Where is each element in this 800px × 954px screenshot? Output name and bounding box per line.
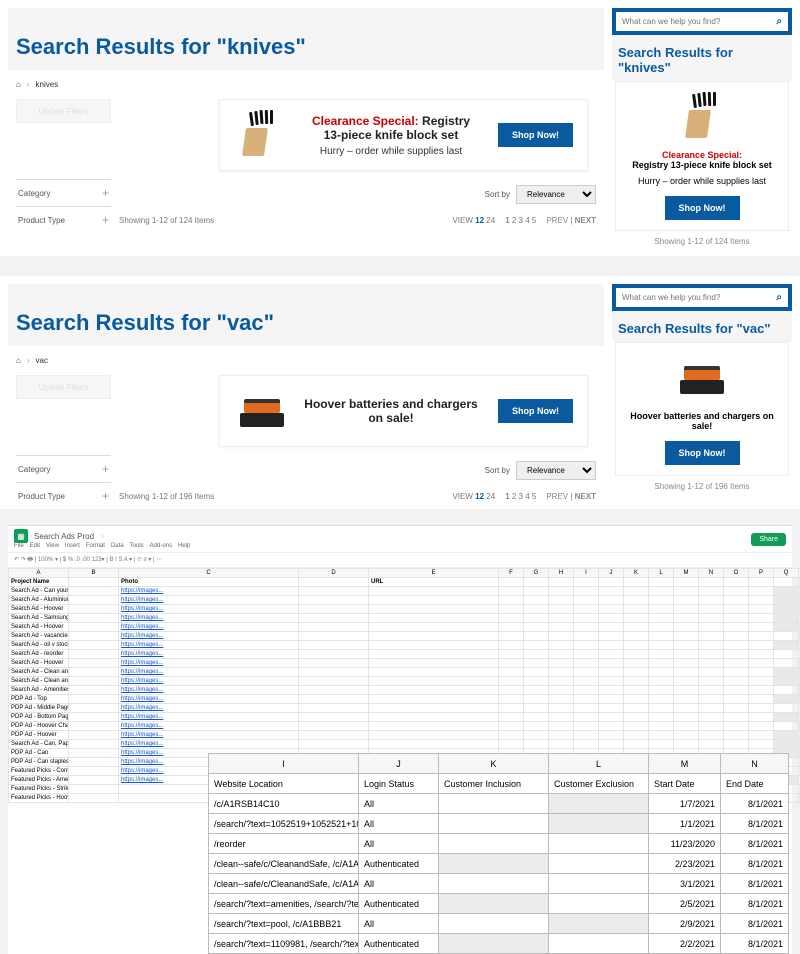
share-button[interactable]: Share — [751, 533, 786, 546]
table-row[interactable]: Search Ad - oil v stockhttps://images... — [9, 641, 800, 650]
promo-image-knives — [672, 92, 732, 142]
breadcrumb: ⌂ › knives — [8, 70, 604, 99]
table-row[interactable]: Search Ad - Can, Paper, Plastic bagshttp… — [9, 740, 800, 749]
next-link[interactable]: NEXT — [575, 216, 596, 225]
filter-product-type[interactable]: Product Type+ — [16, 206, 111, 233]
table-row[interactable]: /search/?text=1052519+1052521+10All 1/1/… — [209, 814, 789, 834]
table-row[interactable]: PDP Ad - Hooverhttps://images... — [9, 731, 800, 740]
table-row[interactable]: PDP Ad - Bottom Pagehttps://images... — [9, 713, 800, 722]
update-filters-button[interactable]: Update Filters — [16, 375, 111, 399]
pagination[interactable]: 1 2 3 4 5 — [505, 492, 536, 501]
plus-icon: + — [102, 489, 109, 503]
table-row[interactable]: Search Ad - Samsung Shop Localhttps://im… — [9, 614, 800, 623]
col-end-date[interactable]: End Date — [721, 774, 789, 794]
plus-icon: + — [102, 462, 109, 476]
desktop-search-panel-1: Search Results for "knives" ⌂ › knives U… — [8, 8, 604, 256]
table-row[interactable]: Search Ad - Hooverhttps://images... — [9, 659, 800, 668]
prev-link[interactable]: PREV — [546, 216, 568, 225]
search-icon[interactable]: ⌕ — [776, 292, 782, 303]
mobile-search-bar[interactable]: ⌕ — [612, 284, 792, 311]
table-row[interactable]: /reorderAll11/23/20208/1/2021 — [209, 834, 789, 854]
table-row[interactable]: Search Ad - Clean and Safe Pagehttps://i… — [9, 668, 800, 677]
sort-select[interactable]: Relevance — [516, 461, 596, 480]
col-customer-inclusion[interactable]: Customer Inclusion — [439, 774, 549, 794]
table-row[interactable]: /clean--safe/c/CleanandSafe, /c/A1AAuthe… — [209, 854, 789, 874]
shop-now-button[interactable]: Shop Now! — [665, 441, 740, 465]
table-row[interactable]: PDP Ad - Tophttps://images... — [9, 695, 800, 704]
desktop-search-panel-2: Search Results for "vac" ⌂ › vac Update … — [8, 284, 604, 509]
promo-banner: Hoover batteries and chargers on sale! S… — [219, 375, 588, 447]
shop-now-button[interactable]: Shop Now! — [665, 196, 740, 220]
sheet-title[interactable]: Search Ads Prod — [34, 532, 94, 541]
sheet-toolbar-icons[interactable]: ↶ ↷ 🖶 | 100% ▾ | $ % .0 .00 123▾ | B I S… — [8, 553, 792, 568]
view-24[interactable]: 24 — [486, 216, 495, 225]
sheet-menu[interactable]: FileEditViewInsertFormatDataToolsAdd-ons… — [14, 543, 190, 549]
table-row[interactable]: Search Ad - Aluminiumhttps://images... — [9, 596, 800, 605]
search-input[interactable] — [622, 293, 776, 302]
table-row[interactable]: Search Ad - Hooverhttps://images... — [9, 605, 800, 614]
table-row[interactable]: /search/?text=1109981, /search/?texAuthe… — [209, 934, 789, 954]
home-icon[interactable]: ⌂ — [16, 356, 21, 365]
page-title: Search Results for "knives" — [8, 34, 604, 60]
table-row[interactable]: /clean--safe/c/CleanandSafe, /c/A1AAll3/… — [209, 874, 789, 894]
star-icon[interactable]: ☆ — [100, 533, 105, 540]
col-start-date[interactable]: Start Date — [649, 774, 721, 794]
big-table[interactable]: IJKLMN Website Location Login Status Cus… — [208, 753, 789, 954]
home-icon[interactable]: ⌂ — [16, 80, 21, 89]
promo-image-knives — [234, 110, 284, 160]
promo-image-battery — [672, 353, 732, 403]
spreadsheet: ▦ Search Ads Prod ☆ FileEditViewInsertFo… — [8, 525, 792, 954]
col-customer-exclusion[interactable]: Customer Exclusion — [549, 774, 649, 794]
mobile-search-panel-2: ⌕ Search Results for "vac" Hoover batter… — [612, 284, 792, 509]
sort-by-label: Sort by — [485, 466, 510, 475]
next-link[interactable]: NEXT — [575, 492, 596, 501]
sort-by-label: Sort by — [485, 190, 510, 199]
filter-category[interactable]: Category+ — [16, 455, 111, 482]
plus-icon: + — [102, 213, 109, 227]
pagination[interactable]: 1 2 3 4 5 — [505, 216, 536, 225]
breadcrumb-term: vac — [36, 356, 48, 365]
breadcrumb: ⌂ › vac — [8, 346, 604, 375]
mobile-search-bar[interactable]: ⌕ — [612, 8, 792, 35]
mobile-search-panel-1: ⌕ Search Results for "knives" Clearance … — [612, 8, 792, 256]
breadcrumb-term: knives — [36, 80, 59, 89]
result-count: Showing 1-12 of 124 Items — [119, 216, 214, 225]
shop-now-button[interactable]: Shop Now! — [498, 123, 573, 147]
promo-image-battery — [234, 386, 284, 436]
table-row[interactable]: Search Ad - Can your Knifehttps://images… — [9, 587, 800, 596]
page-title-mobile: Search Results for "vac" — [618, 321, 786, 336]
table-row[interactable]: PDP Ad - Middle Pagehttps://images... — [9, 704, 800, 713]
table-row[interactable]: /c/A1RSB14C10All 1/7/20218/1/2021 — [209, 794, 789, 814]
sort-select[interactable]: Relevance — [516, 185, 596, 204]
table-row[interactable]: Search Ad - vacancieshttps://images... — [9, 632, 800, 641]
table-row[interactable]: Search Ad - Clean and Safe Pagehttps://i… — [9, 677, 800, 686]
update-filters-button[interactable]: Update Filters — [16, 99, 111, 123]
col-login-status[interactable]: Login Status — [359, 774, 439, 794]
table-row[interactable]: Search Ad - Amenitieshttps://images... — [9, 686, 800, 695]
search-input[interactable] — [622, 17, 776, 26]
promo-banner: Clearance Special: Registry 13-piece kni… — [219, 99, 588, 171]
table-row[interactable]: /search/?text=amenities, /search/?teAuth… — [209, 894, 789, 914]
plus-icon: + — [102, 186, 109, 200]
filter-category[interactable]: Category+ — [16, 179, 111, 206]
sheets-icon: ▦ — [14, 529, 28, 543]
table-row[interactable]: Search Ad - reorderhttps://images... — [9, 650, 800, 659]
result-count: Showing 1-12 of 196 Items — [119, 492, 214, 501]
table-row[interactable]: PDP Ad - Hoover Chargershttps://images..… — [9, 722, 800, 731]
result-count-mobile: Showing 1-12 of 124 Items — [612, 231, 792, 256]
page-title-mobile: Search Results for "knives" — [618, 45, 786, 75]
col-website-location[interactable]: Website Location — [209, 774, 359, 794]
page-title: Search Results for "vac" — [8, 310, 604, 336]
result-count-mobile: Showing 1-12 of 196 Items — [612, 476, 792, 501]
view-12[interactable]: 12 — [475, 492, 484, 501]
filter-product-type[interactable]: Product Type+ — [16, 482, 111, 509]
prev-link[interactable]: PREV — [546, 492, 568, 501]
view-12[interactable]: 12 — [475, 216, 484, 225]
table-row[interactable]: Search Ad - Hooverhttps://images... — [9, 623, 800, 632]
search-icon[interactable]: ⌕ — [776, 16, 782, 27]
shop-now-button[interactable]: Shop Now! — [498, 399, 573, 423]
view-24[interactable]: 24 — [486, 492, 495, 501]
